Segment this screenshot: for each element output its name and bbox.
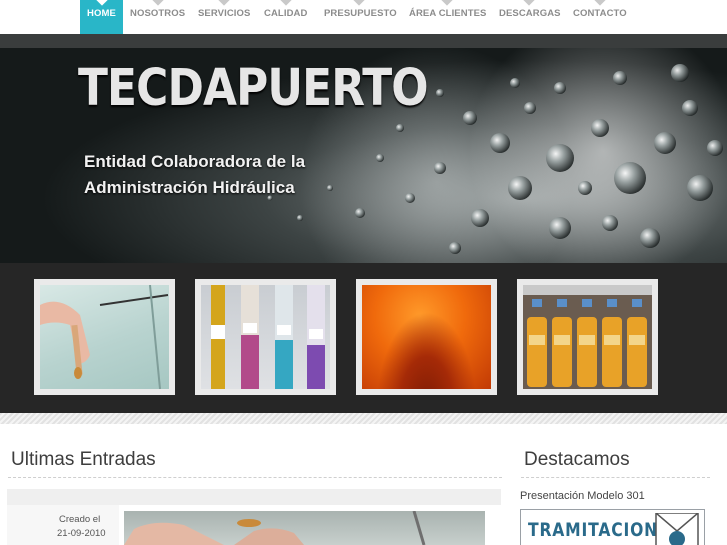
post-date: 21-09-2010	[57, 528, 106, 539]
modelo-301-link[interactable]: Presentación Modelo 301	[520, 490, 645, 502]
nav-descargas-label: DESCARGAS	[499, 8, 561, 19]
thumbnail-gallery	[0, 263, 727, 413]
top-navigation: HOME NOSOTROS SERVICIOS CALIDAD PRESUPUE…	[0, 0, 727, 34]
nav-descargas[interactable]: DESCARGAS	[499, 0, 561, 34]
nav-contacto[interactable]: CONTACTO	[573, 0, 627, 34]
nav-calidad-label: CALIDAD	[264, 8, 308, 19]
nav-calidad[interactable]: CALIDAD	[264, 0, 307, 34]
nav-presupuesto[interactable]: PRESUPUESTO	[324, 0, 397, 34]
nav-marker-icon	[151, 0, 164, 6]
nav-marker-icon	[523, 0, 535, 6]
hero-banner: TECDAPUERTO Entidad Colaboradora de la A…	[0, 34, 727, 263]
nav-marker-icon	[217, 0, 230, 6]
nav-marker-icon	[594, 0, 606, 6]
nav-home-label: HOME	[87, 8, 116, 19]
post-image[interactable]	[124, 511, 485, 545]
heading-divider	[8, 477, 502, 478]
document-stamp-icon	[655, 513, 699, 545]
nav-servicios-label: SERVICIOS	[198, 8, 251, 19]
lab-sample-photo	[40, 285, 169, 389]
hero-tagline: Entidad Colaboradora de la Administració…	[84, 152, 306, 197]
test-tubes-photo	[201, 285, 330, 389]
nav-nosotros-label: NOSOTROS	[130, 8, 186, 19]
orange-texture-photo	[362, 285, 491, 389]
nav-area-clientes-label: ÁREA CLIENTES	[409, 8, 487, 19]
nav-home[interactable]: HOME	[80, 0, 123, 34]
nav-servicios[interactable]: SERVICIOS	[198, 0, 251, 34]
thumbnail-1[interactable]	[34, 279, 175, 395]
site-logo-title: TECDAPUERTO	[78, 59, 429, 118]
thumbnail-4[interactable]	[517, 279, 658, 395]
nav-marker-icon	[279, 0, 292, 6]
sidebar-heading-divider	[521, 477, 710, 478]
nav-contacto-label: CONTACTO	[573, 8, 627, 19]
post-created-label: Creado el	[59, 514, 101, 525]
nav-area-clientes[interactable]: ÁREA CLIENTES	[409, 0, 487, 34]
nav-nosotros[interactable]: NOSOTROS	[130, 0, 185, 34]
main-content: Ultimas Entradas Creado el 21-09-2010 De…	[0, 424, 727, 545]
hero-top-stripe	[0, 34, 727, 48]
post-header-bar	[7, 489, 501, 505]
nav-presupuesto-label: PRESUPUESTO	[324, 8, 397, 19]
latest-entries-heading: Ultimas Entradas	[11, 449, 156, 470]
banner-text: TRAMITACION	[528, 519, 658, 541]
nav-marker-icon	[353, 0, 365, 6]
nav-marker-icon	[95, 0, 108, 6]
nav-marker-icon	[440, 0, 453, 6]
tramitacion-banner[interactable]: TRAMITACION	[520, 509, 705, 545]
thumbnail-3[interactable]	[356, 279, 497, 395]
divider-stripe	[0, 413, 727, 424]
featured-heading: Destacamos	[524, 449, 630, 470]
thumbnail-2[interactable]	[195, 279, 336, 395]
bottles-photo	[523, 285, 652, 389]
post-meta	[7, 505, 119, 545]
